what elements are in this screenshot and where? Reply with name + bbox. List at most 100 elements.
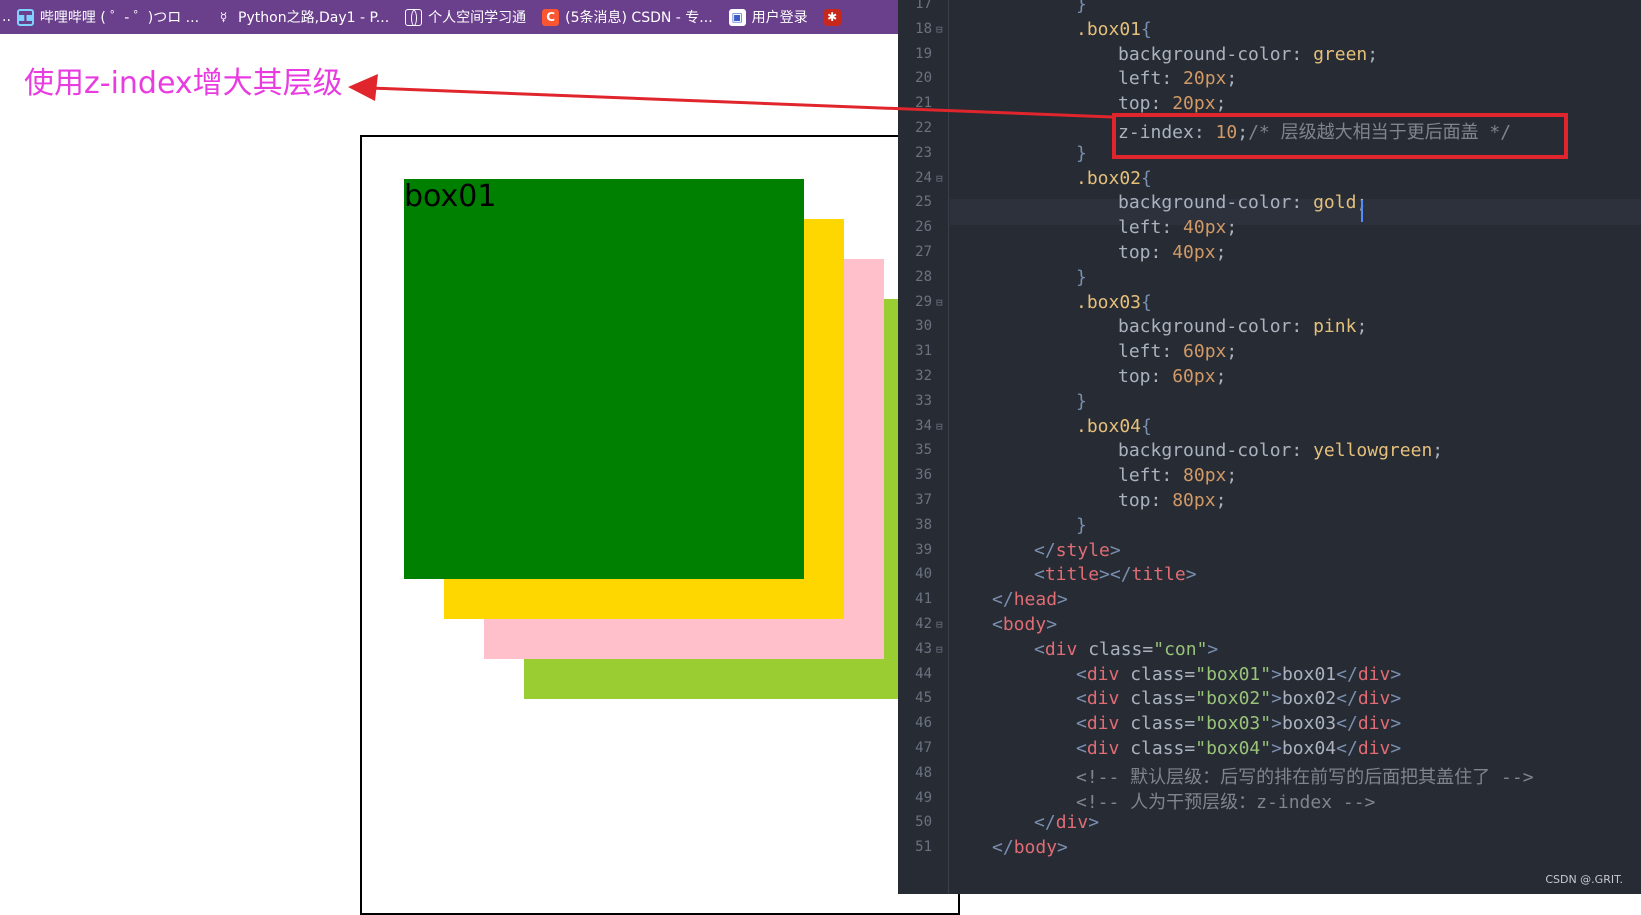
code-line[interactable]: background-color: gold; [1118, 192, 1367, 213]
container-con: box01 [360, 135, 960, 915]
code-line[interactable]: left: 40px; [1118, 217, 1237, 238]
bookmark-label: 个人空间学习通 [428, 10, 527, 26]
line-number: 51 [915, 839, 932, 856]
highlight-box [1112, 113, 1568, 159]
line-number: 33 [915, 392, 932, 409]
line-number: 26 [915, 219, 932, 236]
fold-toggle-icon[interactable]: ⊟ [936, 643, 943, 656]
csdn-icon: C [542, 8, 560, 26]
line-number: 45 [915, 690, 932, 707]
line-number: 36 [915, 467, 932, 484]
line-number: 18 [915, 20, 932, 37]
code-line[interactable]: <div class="con"> [1034, 639, 1218, 660]
code-line[interactable]: top: 40px; [1118, 242, 1226, 263]
bookmark-chaoxing[interactable]: 个人空间学习通 [405, 7, 526, 27]
bookmark-label: Python之路,Day1 - P... [238, 10, 390, 26]
code-line[interactable]: top: 20px; [1118, 93, 1226, 114]
text-cursor [1361, 200, 1363, 222]
code-line[interactable]: .box01{ [1076, 19, 1152, 40]
line-number: 30 [915, 318, 932, 335]
code-line[interactable]: <body> [992, 614, 1057, 635]
line-number: 43 [915, 640, 932, 657]
code-line[interactable]: </body> [992, 837, 1068, 858]
fold-toggle-icon[interactable]: ⊟ [936, 172, 943, 185]
code-line[interactable]: </div> [1034, 812, 1099, 833]
line-number: 47 [915, 740, 932, 756]
line-number: 25 [915, 194, 932, 211]
bookmark-label: (5条消息) CSDN - 专... [565, 10, 713, 26]
globe-icon [405, 8, 423, 26]
line-number: 23 [915, 144, 932, 161]
line-number: 19 [915, 45, 932, 62]
code-line[interactable]: } [1076, 267, 1087, 288]
line-number: 20 [915, 70, 932, 87]
line-number: 49 [915, 789, 932, 806]
code-line[interactable]: } [1076, 143, 1087, 164]
line-number: 32 [915, 368, 932, 384]
line-number: 35 [915, 442, 932, 459]
code-line[interactable]: .box02{ [1076, 168, 1152, 189]
line-number: 41 [915, 591, 932, 608]
code-line[interactable]: left: 20px; [1118, 68, 1237, 89]
line-number: 29 [915, 293, 932, 310]
line-number: 46 [915, 715, 932, 732]
code-line[interactable]: } [1076, 391, 1087, 412]
box01-label: box01 [404, 179, 497, 214]
bookmark-login[interactable]: ▣ 用户登录 [728, 7, 808, 27]
code-line[interactable]: <!-- 默认层级：后写的排在前写的后面把其盖住了 --> [1076, 763, 1534, 789]
fold-toggle-icon[interactable]: ⊟ [936, 618, 943, 631]
fold-toggle-icon[interactable]: ⊟ [936, 420, 943, 433]
line-number: 34 [915, 417, 932, 434]
login-icon: ▣ [728, 8, 746, 26]
watermark: CSDN @.GRIT. [1545, 873, 1623, 886]
line-number: 37 [915, 492, 932, 508]
line-number: 39 [915, 541, 932, 558]
line-number: 17 [915, 0, 932, 12]
line-number: 22 [915, 120, 932, 136]
code-line[interactable]: left: 80px; [1118, 465, 1237, 486]
code-line[interactable]: top: 60px; [1118, 366, 1226, 387]
line-number: 50 [915, 814, 932, 831]
code-line[interactable]: <div class="box02">box02</div> [1076, 688, 1401, 709]
overflow-ellipsis: .. [2, 9, 11, 25]
code-line[interactable]: background-color: green; [1118, 44, 1378, 65]
bookmark-python[interactable]: ☿ Python之路,Day1 - P... [215, 7, 389, 27]
line-number: 24 [915, 169, 932, 186]
line-number: 28 [915, 268, 932, 285]
bookmark-label: 哔哩哔哩 ( ゜- ゜)つロ ... [39, 10, 200, 26]
fold-toggle-icon[interactable]: ⊟ [936, 23, 943, 36]
bookmark-csdn[interactable]: C (5条消息) CSDN - 专... [542, 7, 713, 27]
bookmark-bilibili[interactable]: ▪▪ 哔哩哔哩 ( ゜- ゜)つロ ... [16, 7, 200, 27]
code-line[interactable]: } [1076, 0, 1087, 15]
bookmarks-bar: .. ▪▪ 哔哩哔哩 ( ゜- ゜)つロ ... ☿ Python之路,Day1… [0, 0, 898, 34]
line-number: 38 [915, 516, 932, 533]
line-number: 42 [915, 616, 932, 632]
code-line[interactable]: </head> [992, 589, 1068, 610]
line-number: 31 [915, 343, 932, 360]
code-line[interactable]: <div class="box01">box01</div> [1076, 664, 1401, 685]
python-icon: ☿ [219, 10, 228, 24]
code-line[interactable]: top: 80px; [1118, 490, 1226, 511]
red-logo-icon: ✱ [823, 8, 841, 26]
code-line[interactable]: background-color: pink; [1118, 316, 1367, 337]
code-line[interactable]: .box04{ [1076, 416, 1152, 437]
code-line[interactable]: </style> [1034, 540, 1121, 561]
code-line[interactable]: <div class="box04">box04</div> [1076, 738, 1401, 759]
code-line[interactable]: <!-- 人为干预层级：z-index --> [1076, 788, 1375, 814]
code-line[interactable]: } [1076, 515, 1087, 536]
code-line[interactable]: <title></title> [1034, 564, 1197, 585]
code-line[interactable]: background-color: yellowgreen; [1118, 440, 1443, 461]
code-line[interactable]: .box03{ [1076, 292, 1152, 313]
line-number: 21 [915, 95, 932, 112]
line-number: 27 [915, 244, 932, 260]
bookmark-label: 用户登录 [751, 10, 808, 26]
annotation-text: 使用z-index增大其层级 [24, 66, 343, 101]
line-number: 40 [915, 566, 932, 583]
fold-toggle-icon[interactable]: ⊟ [936, 296, 943, 309]
bilibili-icon: ▪▪ [16, 8, 34, 26]
bookmark-extra[interactable]: ✱ [823, 8, 847, 26]
code-line[interactable]: <div class="box03">box03</div> [1076, 713, 1401, 734]
line-number: 48 [915, 764, 932, 781]
box01: box01 [404, 179, 804, 579]
code-line[interactable]: left: 60px; [1118, 341, 1237, 362]
